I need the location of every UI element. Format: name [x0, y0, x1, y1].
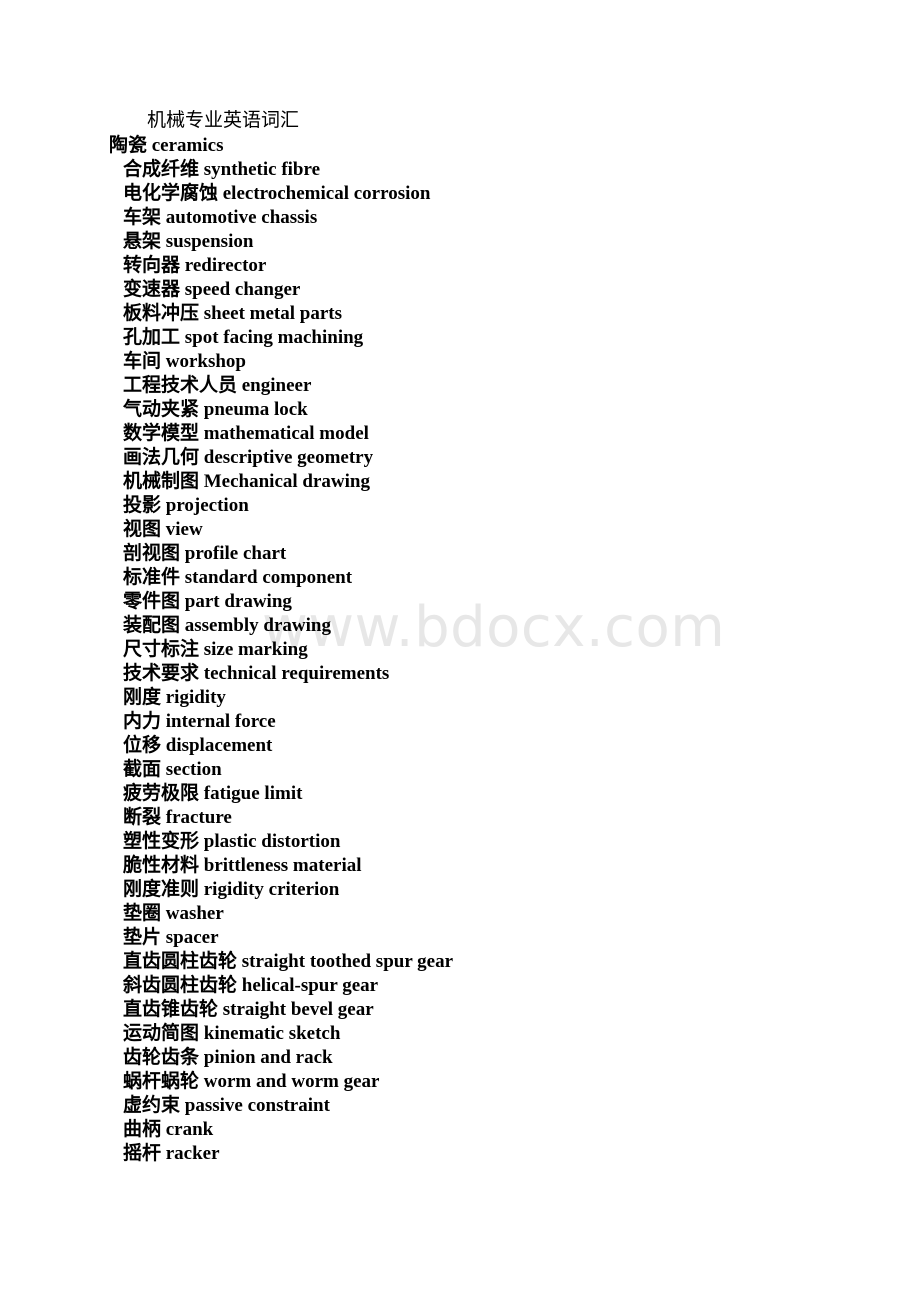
- list-item: 直齿圆柱齿轮 straight toothed spur gear: [123, 951, 454, 972]
- list-item: 尺寸标注 size marking: [123, 639, 308, 660]
- list-item: 截面 section: [123, 759, 222, 780]
- list-item: 数学模型 mathematical model: [123, 423, 369, 444]
- list-item: 位移 displacement: [123, 735, 273, 756]
- list-item: 蜗杆蜗轮 worm and worm gear: [123, 1071, 380, 1092]
- list-item: 疲劳极限 fatigue limit: [123, 783, 303, 804]
- section-heading-ceramics: 陶瓷 ceramics: [109, 135, 224, 156]
- list-item: 塑性变形 plastic distortion: [123, 831, 341, 852]
- list-item: 装配图 assembly drawing: [123, 615, 331, 636]
- page-title: 机械专业英语词汇: [147, 110, 300, 131]
- list-item: 直齿锥齿轮 straight bevel gear: [123, 999, 374, 1020]
- list-item: 标准件 standard component: [123, 567, 353, 588]
- list-item: 脆性材料 brittleness material: [123, 855, 362, 876]
- list-item: 刚度准则 rigidity criterion: [123, 879, 340, 900]
- list-item: 垫圈 washer: [123, 903, 224, 924]
- list-item: 车间 workshop: [123, 351, 246, 372]
- list-item: 车架 automotive chassis: [123, 207, 318, 228]
- list-item: 零件图 part drawing: [123, 591, 292, 612]
- list-item: 机械制图 Mechanical drawing: [123, 471, 370, 492]
- list-item: 电化学腐蚀 electrochemical corrosion: [123, 183, 431, 204]
- list-item: 齿轮齿条 pinion and rack: [123, 1047, 333, 1068]
- list-item: 视图 view: [123, 519, 203, 540]
- vocabulary-list: 合成纤维 synthetic fibre 电化学腐蚀 electrochemic…: [123, 158, 453, 1166]
- list-item: 合成纤维 synthetic fibre: [123, 159, 321, 180]
- list-item: 曲柄 crank: [123, 1119, 214, 1140]
- list-item: 投影 projection: [123, 495, 249, 516]
- list-item: 摇杆 racker: [123, 1143, 220, 1164]
- list-item: 变速器 speed changer: [123, 279, 301, 300]
- list-item: 垫片 spacer: [123, 927, 219, 948]
- list-item: 板料冲压 sheet metal parts: [123, 303, 342, 324]
- list-item: 剖视图 profile chart: [123, 543, 287, 564]
- list-item: 运动简图 kinematic sketch: [123, 1023, 341, 1044]
- list-item: 斜齿圆柱齿轮 helical-spur gear: [123, 975, 379, 996]
- list-item: 工程技术人员 engineer: [123, 375, 312, 396]
- list-item: 技术要求 technical requirements: [123, 663, 390, 684]
- list-item: 内力 internal force: [123, 711, 276, 732]
- list-item: 断裂 fracture: [123, 807, 232, 828]
- list-item: 孔加工 spot facing machining: [123, 327, 364, 348]
- list-item: 悬架 suspension: [123, 231, 254, 252]
- list-item: 虚约束 passive constraint: [123, 1095, 330, 1116]
- list-item: 转向器 redirector: [123, 255, 267, 276]
- list-item: 气动夹紧 pneuma lock: [123, 399, 308, 420]
- list-item: 刚度 rigidity: [123, 687, 226, 708]
- document-page: www.bdocx.com 机械专业英语词汇 陶瓷 ceramics 合成纤维 …: [0, 0, 920, 1302]
- list-item: 画法几何 descriptive geometry: [123, 447, 374, 468]
